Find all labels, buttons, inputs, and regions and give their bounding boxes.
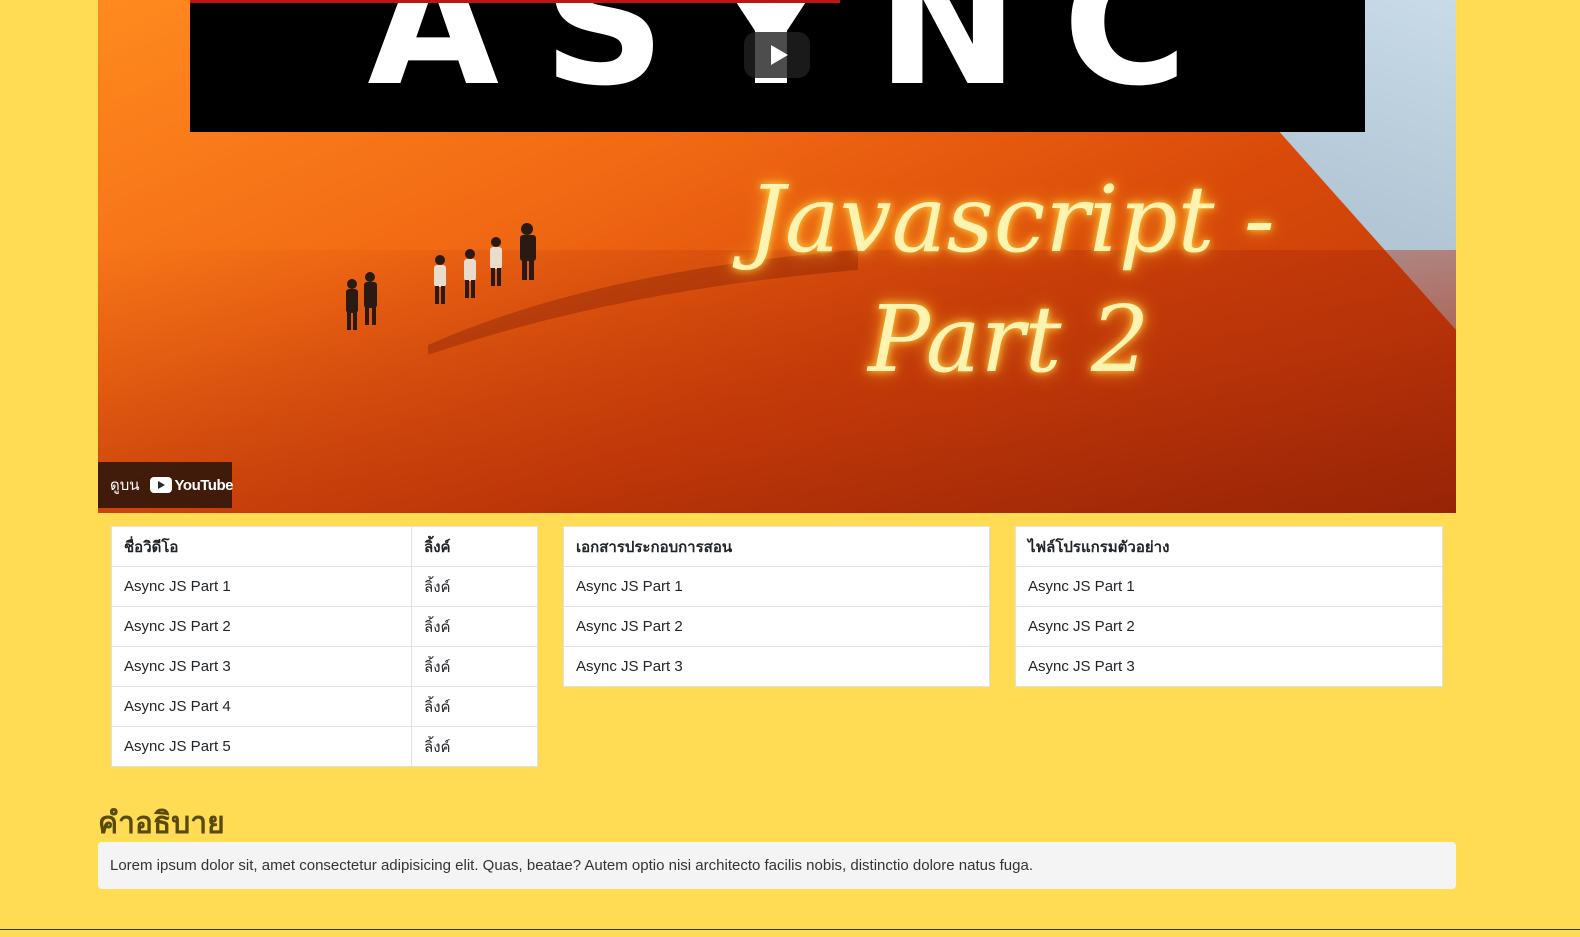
- video-name-cell: Async JS Part 2: [111, 606, 412, 647]
- column-header-link: ลิ้งค์: [411, 526, 538, 567]
- description-heading: คำอธิบาย: [98, 806, 225, 841]
- teaching-documents-table: เอกสารประกอบการสอน Async JS Part 1 Async…: [563, 526, 990, 687]
- example-file-item[interactable]: Async JS Part 3: [1015, 646, 1443, 687]
- table-header-row: เอกสารประกอบการสอน: [563, 526, 990, 567]
- video-name-cell: Async JS Part 5: [111, 726, 412, 767]
- video-name-cell: Async JS Part 3: [111, 646, 412, 687]
- description-text: Lorem ipsum dolor sit, amet consectetur …: [110, 857, 1033, 874]
- table-row: Async JS Part 3 ลิ้งค์: [111, 646, 538, 687]
- video-link[interactable]: ลิ้งค์: [411, 726, 538, 767]
- video-link[interactable]: ลิ้งค์: [411, 566, 538, 607]
- video-link[interactable]: ลิ้งค์: [411, 686, 538, 727]
- column-header-video-name: ชื่อวิดีโอ: [111, 526, 412, 567]
- play-button[interactable]: [744, 32, 810, 78]
- video-player[interactable]: ASYNC Javascript - Part 2 ดูบน YouTube: [98, 0, 1456, 513]
- table-row: Async JS Part 3: [563, 646, 990, 687]
- video-script-title: Javascript - Part 2: [748, 160, 1398, 399]
- document-item[interactable]: Async JS Part 3: [563, 646, 990, 687]
- example-file-item[interactable]: Async JS Part 1: [1015, 566, 1443, 607]
- table-row: Async JS Part 3: [1015, 646, 1443, 687]
- column-header-example-files: ไฟล์โปรแกรมตัวอย่าง: [1015, 526, 1443, 567]
- video-name-cell: Async JS Part 4: [111, 686, 412, 727]
- table-row: Async JS Part 2 ลิ้งค์: [111, 606, 538, 647]
- youtube-play-icon: [149, 477, 172, 493]
- video-link[interactable]: ลิ้งค์: [411, 606, 538, 647]
- document-item[interactable]: Async JS Part 2: [563, 606, 990, 647]
- video-name-cell: Async JS Part 1: [111, 566, 412, 607]
- table-row: Async JS Part 2: [1015, 606, 1443, 647]
- example-file-item[interactable]: Async JS Part 2: [1015, 606, 1443, 647]
- description-box: Lorem ipsum dolor sit, amet consectetur …: [98, 842, 1456, 889]
- watch-on-youtube-button[interactable]: ดูบน YouTube: [98, 462, 234, 508]
- table-row: Async JS Part 1 ลิ้งค์: [111, 566, 538, 607]
- table-header-row: ชื่อวิดีโอ ลิ้งค์: [111, 526, 538, 567]
- column-header-documents: เอกสารประกอบการสอน: [563, 526, 990, 567]
- table-row: Async JS Part 5 ลิ้งค์: [111, 726, 538, 767]
- youtube-logo: YouTube: [149, 476, 234, 494]
- table-header-row: ไฟล์โปรแกรมตัวอย่าง: [1015, 526, 1443, 567]
- table-row: Async JS Part 1: [563, 566, 990, 607]
- video-progress-line: [190, 0, 840, 3]
- table-row: Async JS Part 1: [1015, 566, 1443, 607]
- watch-on-label: ดูบน: [110, 477, 140, 494]
- video-script-line-1: Javascript -: [748, 166, 1275, 273]
- video-link[interactable]: ลิ้งค์: [411, 646, 538, 687]
- play-icon: [770, 45, 788, 65]
- example-files-table: ไฟล์โปรแกรมตัวอย่าง Async JS Part 1 Asyn…: [1015, 526, 1443, 687]
- videos-table: ชื่อวิดีโอ ลิ้งค์ Async JS Part 1 ลิ้งค์…: [111, 526, 538, 767]
- table-row: Async JS Part 2: [563, 606, 990, 647]
- page-bottom-divider: [0, 929, 1580, 930]
- youtube-wordmark: YouTube: [174, 476, 234, 494]
- video-script-line-2: Part 2: [868, 285, 1150, 393]
- document-item[interactable]: Async JS Part 1: [563, 566, 990, 607]
- table-row: Async JS Part 4 ลิ้งค์: [111, 686, 538, 727]
